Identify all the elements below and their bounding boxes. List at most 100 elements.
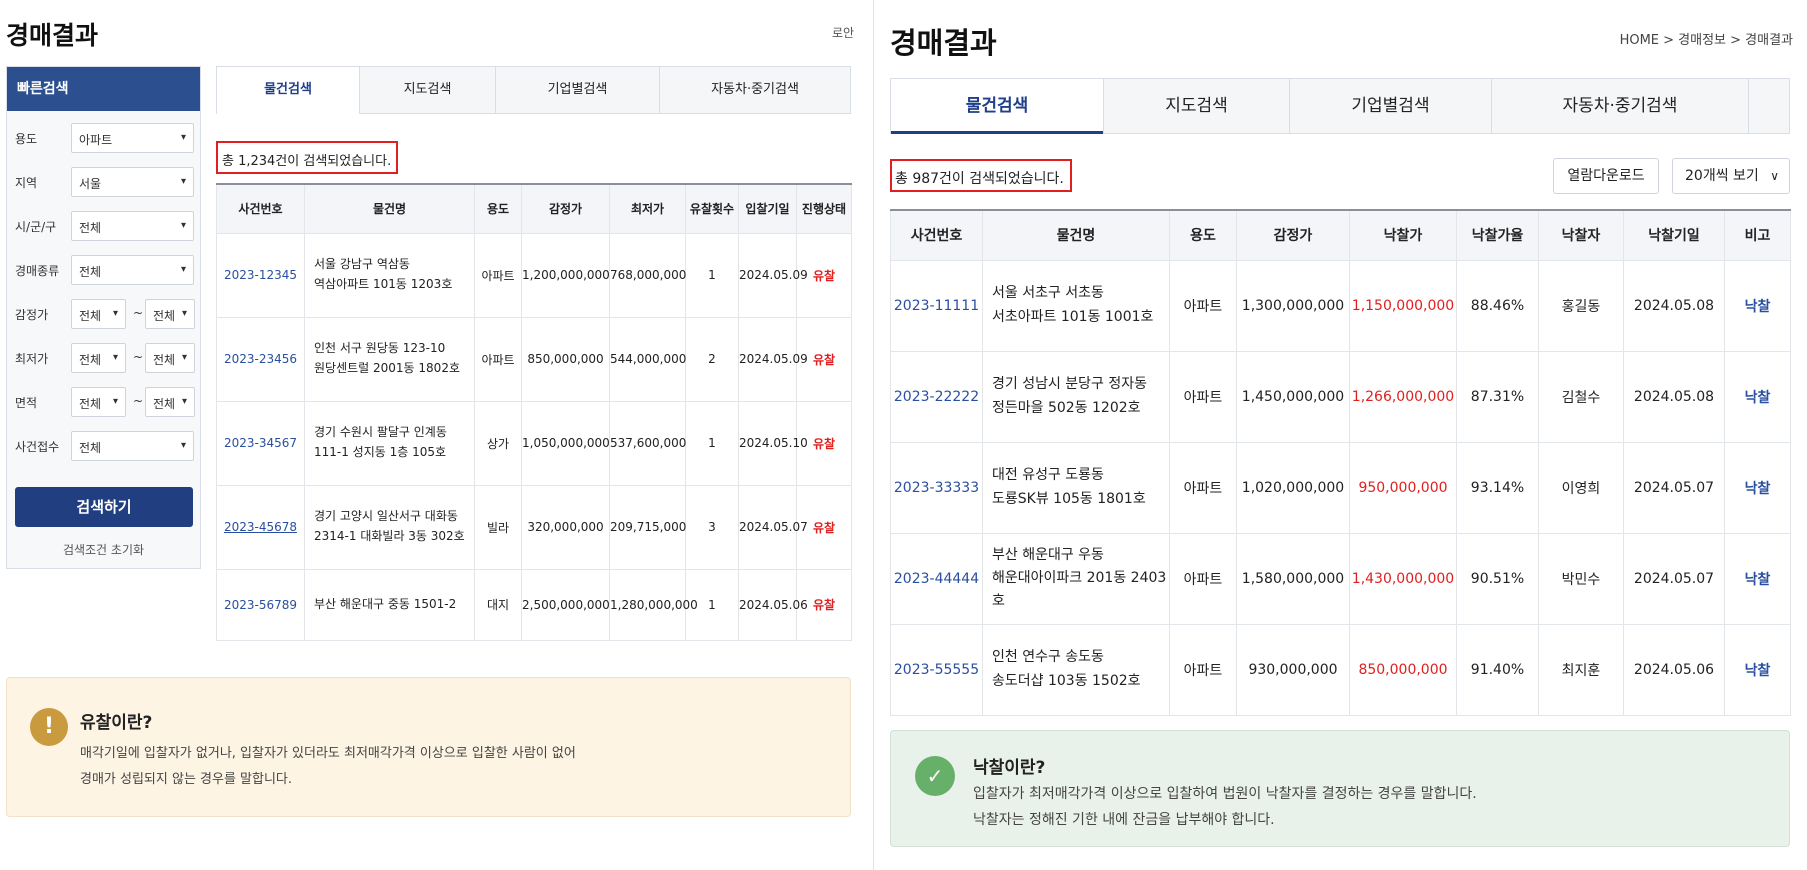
fail-count: 2 bbox=[685, 316, 739, 402]
case-number-link[interactable]: 2023-55555 bbox=[890, 623, 983, 716]
district-select[interactable]: 전체 ▾ bbox=[71, 211, 194, 241]
column-header[interactable]: 물건명 bbox=[982, 209, 1170, 261]
property-name: 대전 유성구 도룡동 도룡SK뷰 105동 1801호 bbox=[982, 441, 1170, 534]
minimum-price: 209,715,000 bbox=[609, 484, 686, 570]
case-number-link[interactable]: 2023-34567 bbox=[216, 400, 305, 486]
table-row[interactable]: 2023-55555 인천 연수구 송도동 송도더샵 103동 1502호 아파트… bbox=[890, 623, 1791, 716]
column-header[interactable]: 낙찰가율 bbox=[1456, 209, 1539, 261]
page-title: 경매결과 bbox=[6, 21, 99, 50]
column-header[interactable]: 감정가 bbox=[1236, 209, 1350, 261]
column-header[interactable]: 낙찰기일 bbox=[1623, 209, 1725, 261]
column-header[interactable]: 비고 bbox=[1724, 209, 1791, 261]
result-badge: 낙찰 bbox=[1724, 532, 1791, 625]
tab-map-search[interactable]: 지도검색 bbox=[1104, 79, 1290, 133]
column-header[interactable]: 낙찰가 bbox=[1349, 209, 1457, 261]
download-button[interactable]: 열람다운로드 bbox=[1553, 158, 1659, 194]
property-name: 경기 성남시 분당구 정자동 정든마을 502동 1202호 bbox=[982, 350, 1170, 443]
column-header[interactable]: 입찰기일 bbox=[738, 183, 797, 234]
use-select[interactable]: 아파트 ▾ bbox=[71, 123, 194, 153]
table-row[interactable]: 2023-56789 부산 해운대구 중동 1501-2 대지 2,500,00… bbox=[216, 568, 852, 641]
property-use: 아파트 bbox=[1169, 259, 1237, 352]
minimum-price: 544,000,000 bbox=[609, 316, 686, 402]
appraisal-to-select[interactable]: 전체 ▾ bbox=[145, 299, 195, 329]
appraisal-price: 850,000,000 bbox=[521, 316, 610, 402]
appraisal-price: 1,450,000,000 bbox=[1236, 350, 1350, 443]
column-header[interactable]: 진행상태 bbox=[796, 183, 852, 234]
property-use: 상가 bbox=[474, 400, 522, 486]
bid-date: 2024.05.07 bbox=[738, 484, 808, 570]
table-row[interactable]: 2023-23456 인천 서구 원당동 123-10 원당센트럴 2001동 1… bbox=[216, 316, 852, 402]
column-header[interactable]: 물건명 bbox=[304, 183, 475, 234]
info-text: 낙찰자는 정해진 기한 내에 잔금을 납부해야 합니다. bbox=[973, 812, 1275, 828]
search-button[interactable]: 검색하기 bbox=[15, 487, 193, 527]
winner-name: 홍길동 bbox=[1538, 259, 1624, 352]
area-to-select[interactable]: 전체 ▾ bbox=[145, 387, 195, 417]
filter-row-area: 면적 전체 ▾ ~ 전체 ▾ bbox=[7, 385, 200, 417]
area-from-select[interactable]: 전체 ▾ bbox=[71, 387, 126, 417]
auction-type-select[interactable]: 전체 ▾ bbox=[71, 255, 194, 285]
tab-vehicle-search[interactable]: 자동차·중기검색 bbox=[660, 67, 850, 113]
column-header[interactable]: 낙찰자 bbox=[1538, 209, 1624, 261]
winner-name: 김철수 bbox=[1538, 350, 1624, 443]
case-number-link[interactable]: 2023-22222 bbox=[890, 350, 983, 443]
column-header[interactable]: 용도 bbox=[1169, 209, 1237, 261]
right-screen: 경매결과 HOME > 경매정보 > 경매결과 물건검색 지도검색 기업별검색 … bbox=[874, 0, 1807, 870]
winning-rate: 93.14% bbox=[1456, 441, 1539, 534]
tab-item-search[interactable]: 물건검색 bbox=[891, 79, 1104, 134]
column-header[interactable]: 용도 bbox=[474, 183, 522, 234]
left-screen: 경매결과 로안 빠른검색 용도 아파트 ▾ 지역 서울 ▾ 시/군/구 전체 ▾ 경매… bbox=[0, 0, 870, 870]
tab-vehicle-search[interactable]: 자동차·중기검색 bbox=[1492, 79, 1749, 133]
tab-item-search[interactable]: 물건검색 bbox=[217, 67, 360, 114]
property-use: 아파트 bbox=[474, 316, 522, 402]
appraisal-from-select[interactable]: 전체 ▾ bbox=[71, 299, 126, 329]
quick-search-title: 빠른검색 bbox=[7, 67, 200, 111]
search-tabs: 물건검색 지도검색 기업별검색 자동차·중기검색 bbox=[216, 66, 851, 114]
property-use: 빌라 bbox=[474, 484, 522, 570]
column-header[interactable]: 감정가 bbox=[521, 183, 610, 234]
property-use: 대지 bbox=[474, 568, 522, 641]
tab-extra[interactable] bbox=[1749, 79, 1789, 133]
case-number-link[interactable]: 2023-56789 bbox=[216, 568, 305, 641]
tab-company-search[interactable]: 기업별검색 bbox=[1290, 79, 1492, 133]
case-number-link[interactable]: 2023-45678 bbox=[216, 484, 305, 570]
winning-price: 850,000,000 bbox=[1349, 623, 1457, 716]
tab-map-search[interactable]: 지도검색 bbox=[360, 67, 496, 113]
appraisal-price: 1,200,000,000 bbox=[521, 232, 610, 318]
property-name: 인천 서구 원당동 123-10 원당센트럴 2001동 1802호 bbox=[304, 316, 475, 402]
chevron-down-icon: ▾ bbox=[180, 264, 186, 275]
case-number-link[interactable]: 2023-11111 bbox=[890, 259, 983, 352]
column-header[interactable]: 유찰횟수 bbox=[685, 183, 739, 234]
column-header[interactable]: 사건번호 bbox=[890, 209, 983, 261]
region-select[interactable]: 서울 ▾ bbox=[71, 167, 194, 197]
table-row[interactable]: 2023-45678 경기 고양시 일산서구 대화동 2314-1 대화빌라 3동… bbox=[216, 484, 852, 570]
case-number-link[interactable]: 2023-23456 bbox=[216, 316, 305, 402]
filing-select[interactable]: 전체 ▾ bbox=[71, 431, 194, 461]
case-number-link[interactable]: 2023-12345 bbox=[216, 232, 305, 318]
table-row[interactable]: 2023-34567 경기 수원시 팔달구 인계동 111-1 성지동 1층 10… bbox=[216, 400, 852, 486]
reset-filters-link[interactable]: 검색조건 초기화 bbox=[7, 541, 200, 558]
filter-row-use: 용도 아파트 ▾ bbox=[7, 121, 200, 153]
winning-price: 1,266,000,000 bbox=[1349, 350, 1457, 443]
filter-label: 시/군/구 bbox=[15, 220, 57, 234]
case-number-link[interactable]: 2023-33333 bbox=[890, 441, 983, 534]
filter-row-minimum: 최저가 전체 ▾ ~ 전체 ▾ bbox=[7, 341, 200, 373]
table-row[interactable]: 2023-33333 대전 유성구 도룡동 도룡SK뷰 105동 1801호 아파… bbox=[890, 441, 1791, 534]
appraisal-price: 1,300,000,000 bbox=[1236, 259, 1350, 352]
column-header[interactable]: 사건번호 bbox=[216, 183, 305, 234]
winning-date: 2024.05.07 bbox=[1623, 441, 1725, 534]
appraisal-price: 320,000,000 bbox=[521, 484, 610, 570]
table-row[interactable]: 2023-22222 경기 성남시 분당구 정자동 정든마을 502동 1202호… bbox=[890, 350, 1791, 443]
table-row[interactable]: 2023-44444 부산 해운대구 우동 해운대아이파크 201동 2403호 … bbox=[890, 532, 1791, 625]
column-header[interactable]: 최저가 bbox=[609, 183, 686, 234]
case-number-link[interactable]: 2023-44444 bbox=[890, 532, 983, 625]
range-separator: ~ bbox=[133, 394, 144, 408]
tab-company-search[interactable]: 기업별검색 bbox=[496, 67, 660, 113]
fail-count: 1 bbox=[685, 400, 739, 486]
minimum-to-select[interactable]: 전체 ▾ bbox=[145, 343, 195, 373]
table-row[interactable]: 2023-12345 서울 강남구 역삼동 역삼아파트 101동 1203호 아파… bbox=[216, 232, 852, 318]
property-name: 부산 해운대구 중동 1501-2 bbox=[304, 568, 475, 641]
winner-name: 이영희 bbox=[1538, 441, 1624, 534]
page-size-select[interactable]: 20개씩 보기 ∨ bbox=[1672, 158, 1790, 194]
minimum-from-select[interactable]: 전체 ▾ bbox=[71, 343, 126, 373]
table-row[interactable]: 2023-11111 서울 서초구 서초동 서초아파트 101동 1001호 아파… bbox=[890, 259, 1791, 352]
